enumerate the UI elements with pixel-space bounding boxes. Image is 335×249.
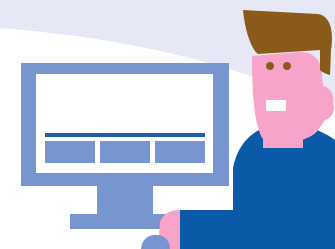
person-mouth-teeth — [266, 100, 286, 111]
illustration-stage — [0, 0, 335, 249]
person-sleeve — [180, 210, 245, 249]
monitor-neck — [97, 186, 153, 216]
computer-monitor-icon — [21, 63, 229, 229]
person-eye-left — [266, 62, 274, 70]
person-eye-right — [283, 62, 291, 70]
screen-tile — [45, 141, 95, 163]
screen-header-bar — [45, 133, 205, 137]
screen-tile — [155, 141, 205, 163]
person-at-computer-illustration — [0, 0, 335, 249]
screen-tile — [100, 141, 150, 163]
